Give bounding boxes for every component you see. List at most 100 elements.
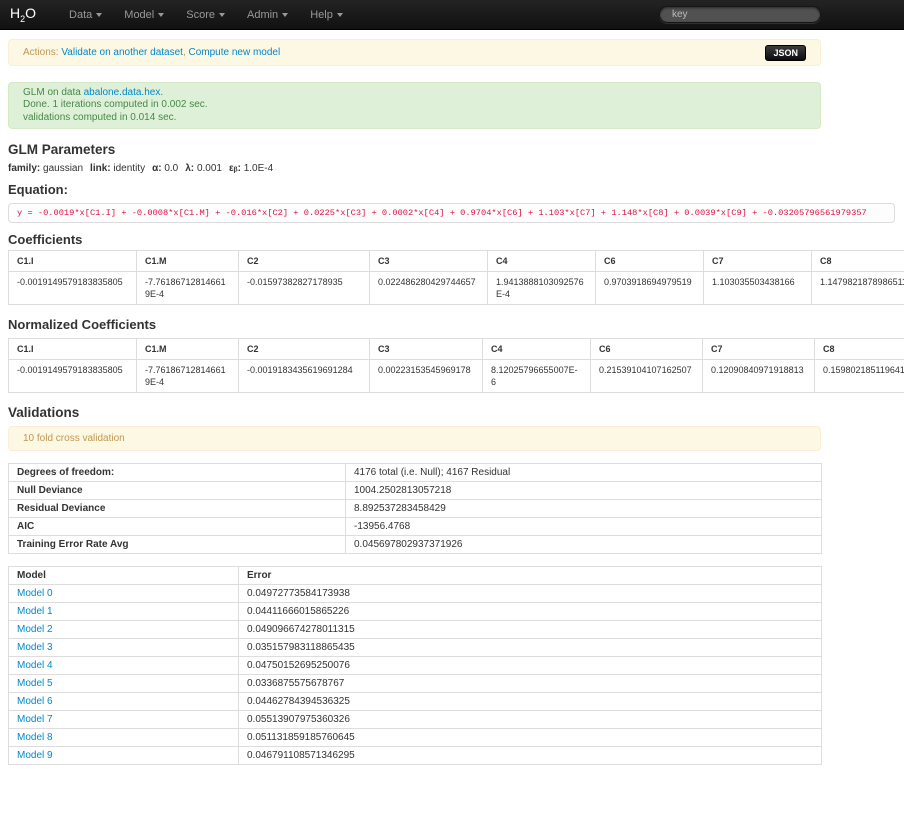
coefficient-column-name: C7 — [704, 251, 812, 272]
dataset-link[interactable]: abalone.data.hex — [84, 87, 161, 98]
model-cell: Model 3 — [9, 639, 239, 657]
model-link[interactable]: Model 9 — [17, 750, 53, 761]
coefficient-value: 1.103035503438166 — [704, 272, 812, 305]
model-error-value: 0.049096674278011315 — [239, 621, 822, 639]
coefficient-column-name: C3 — [370, 251, 488, 272]
h2o-logo[interactable]: H2O — [10, 5, 36, 24]
validation-stats-table: Degrees of freedom: 4176 total (i.e. Nul… — [8, 463, 822, 554]
normalized-coefficient-value: -0.0019149579183835805 — [9, 360, 137, 393]
stat-row: Residual Deviance 8.892537283458429 — [9, 500, 822, 518]
validate-dataset-link[interactable]: Validate on another dataset — [61, 47, 183, 58]
nav-menu-item[interactable]: Data — [58, 0, 113, 29]
nav-menu-item[interactable]: Model — [113, 0, 175, 29]
coefficient-column-name: C1.I — [9, 251, 137, 272]
parameter-value: 0.001 — [197, 163, 222, 174]
coefficients-table: C1.IC1.MC2C3C4C6C7C8 -0.0019149579183835… — [8, 250, 904, 305]
normalized-coefficient-value: 0.15980218511964125 — [815, 360, 904, 393]
nav-menu-item[interactable]: Admin — [236, 0, 299, 29]
model-errors-table: Model Error Model 0 0.04972773584173938 … — [8, 566, 822, 765]
model-link[interactable]: Model 1 — [17, 606, 53, 617]
compute-model-link[interactable]: Compute new model — [189, 47, 281, 58]
chevron-down-icon — [219, 13, 225, 17]
stat-value: 4176 total (i.e. Null); 4167 Residual — [346, 464, 822, 482]
normalized-column-name: C1.M — [137, 339, 239, 360]
equation-heading: Equation: — [8, 182, 904, 197]
stat-row: AIC -13956.4768 — [9, 518, 822, 536]
model-link[interactable]: Model 0 — [17, 588, 53, 599]
parameter-value: 0.0 — [164, 163, 178, 174]
stat-value: 0.045697802937371926 — [346, 536, 822, 554]
model-row: Model 9 0.046791108571346295 — [9, 747, 822, 765]
model-row: Model 5 0.0336875575678767 — [9, 675, 822, 693]
normalized-value-row: -0.0019149579183835805-7.761867128146619… — [9, 360, 904, 393]
model-cell: Model 1 — [9, 603, 239, 621]
models-header-row: Model Error — [9, 567, 822, 585]
coefficient-column-name: C8 — [812, 251, 904, 272]
model-error-value: 0.05513907975360326 — [239, 711, 822, 729]
coefficient-value: 0.022486280429744657 — [370, 272, 488, 305]
normalized-coefficients-table: C1.IC1.MC2C3C4C6C7C8 -0.0019149579183835… — [8, 338, 904, 393]
model-row: Model 8 0.051131859185760645 — [9, 729, 822, 747]
normalized-coefficient-value: -0.0019183435619691284 — [239, 360, 370, 393]
model-error-value: 0.04462784394536325 — [239, 693, 822, 711]
stat-label: Degrees of freedom: — [9, 464, 346, 482]
model-link[interactable]: Model 2 — [17, 624, 53, 635]
main-nav: Data Model Score Admin Help — [58, 0, 354, 29]
model-link[interactable]: Model 8 — [17, 732, 53, 743]
equation-text: y = -0.0019*x[C1.I] + -0.0008*x[C1.M] + … — [8, 203, 895, 223]
logo-text-2: O — [25, 5, 36, 21]
model-column-header: Model — [9, 567, 239, 585]
parameter-value: identity — [113, 163, 145, 174]
stat-label: Residual Deviance — [9, 500, 346, 518]
error-column-header: Error — [239, 567, 822, 585]
nav-menu-item[interactable]: Score — [175, 0, 236, 29]
glm-parameter: link: identity — [90, 163, 145, 174]
model-link[interactable]: Model 4 — [17, 660, 53, 671]
normalized-coefficient-value: 0.00223153545969178 — [370, 360, 483, 393]
search-input[interactable] — [659, 6, 821, 23]
normalized-coefficient-value: 0.12090840971918813 — [703, 360, 815, 393]
chevron-down-icon — [337, 13, 343, 17]
validations-heading: Validations — [8, 405, 904, 420]
parameter-value: 1.0E-4 — [244, 163, 273, 174]
model-cell: Model 6 — [9, 693, 239, 711]
status-prefix: GLM on data — [23, 87, 84, 98]
chevron-down-icon — [158, 13, 164, 17]
stat-value: -13956.4768 — [346, 518, 822, 536]
model-link[interactable]: Model 3 — [17, 642, 53, 653]
status-line-2: Done. 1 iterations computed in 0.002 sec… — [23, 99, 806, 111]
model-link[interactable]: Model 6 — [17, 696, 53, 707]
chevron-down-icon — [282, 13, 288, 17]
nav-menu-label: Help — [310, 9, 333, 21]
status-line-3: validations computed in 0.014 sec. — [23, 112, 806, 124]
nav-menu-item[interactable]: Help — [299, 0, 354, 29]
nav-menu-label: Model — [124, 9, 154, 21]
normalized-column-name: C1.I — [9, 339, 137, 360]
coefficients-value-row: -0.0019149579183835805-7.761867128146619… — [9, 272, 904, 305]
coefficient-value: -7.761867128146619E-4 — [137, 272, 239, 305]
model-link[interactable]: Model 5 — [17, 678, 53, 689]
model-row: Model 3 0.035157983118865435 — [9, 639, 822, 657]
model-error-value: 0.04411666015865226 — [239, 603, 822, 621]
json-button[interactable]: JSON — [765, 45, 806, 61]
model-row: Model 4 0.04750152695250076 — [9, 657, 822, 675]
parameter-label: link: — [90, 163, 111, 174]
model-error-value: 0.04750152695250076 — [239, 657, 822, 675]
navbar: H2O Data Model Score Admin Help — [0, 0, 904, 30]
stat-value: 1004.2502813057218 — [346, 482, 822, 500]
model-link[interactable]: Model 7 — [17, 714, 53, 725]
parameter-label: α: — [152, 163, 161, 174]
coefficient-value: -0.0019149579183835805 — [9, 272, 137, 305]
coefficient-column-name: C4 — [488, 251, 596, 272]
normalized-column-name: C4 — [483, 339, 591, 360]
glm-parameters-line: family: gaussianlink: identityα: 0.0λ: 0… — [8, 163, 904, 174]
glm-parameter: λ: 0.001 — [185, 163, 222, 174]
glm-parameter: α: 0.0 — [152, 163, 178, 174]
model-row: Model 1 0.04411666015865226 — [9, 603, 822, 621]
coefficient-column-name: C2 — [239, 251, 370, 272]
normalized-column-name: C7 — [703, 339, 815, 360]
model-cell: Model 5 — [9, 675, 239, 693]
coefficient-column-name: C1.M — [137, 251, 239, 272]
coefficients-header-row: C1.IC1.MC2C3C4C6C7C8 — [9, 251, 904, 272]
status-line-1: GLM on data abalone.data.hex. — [23, 87, 806, 99]
